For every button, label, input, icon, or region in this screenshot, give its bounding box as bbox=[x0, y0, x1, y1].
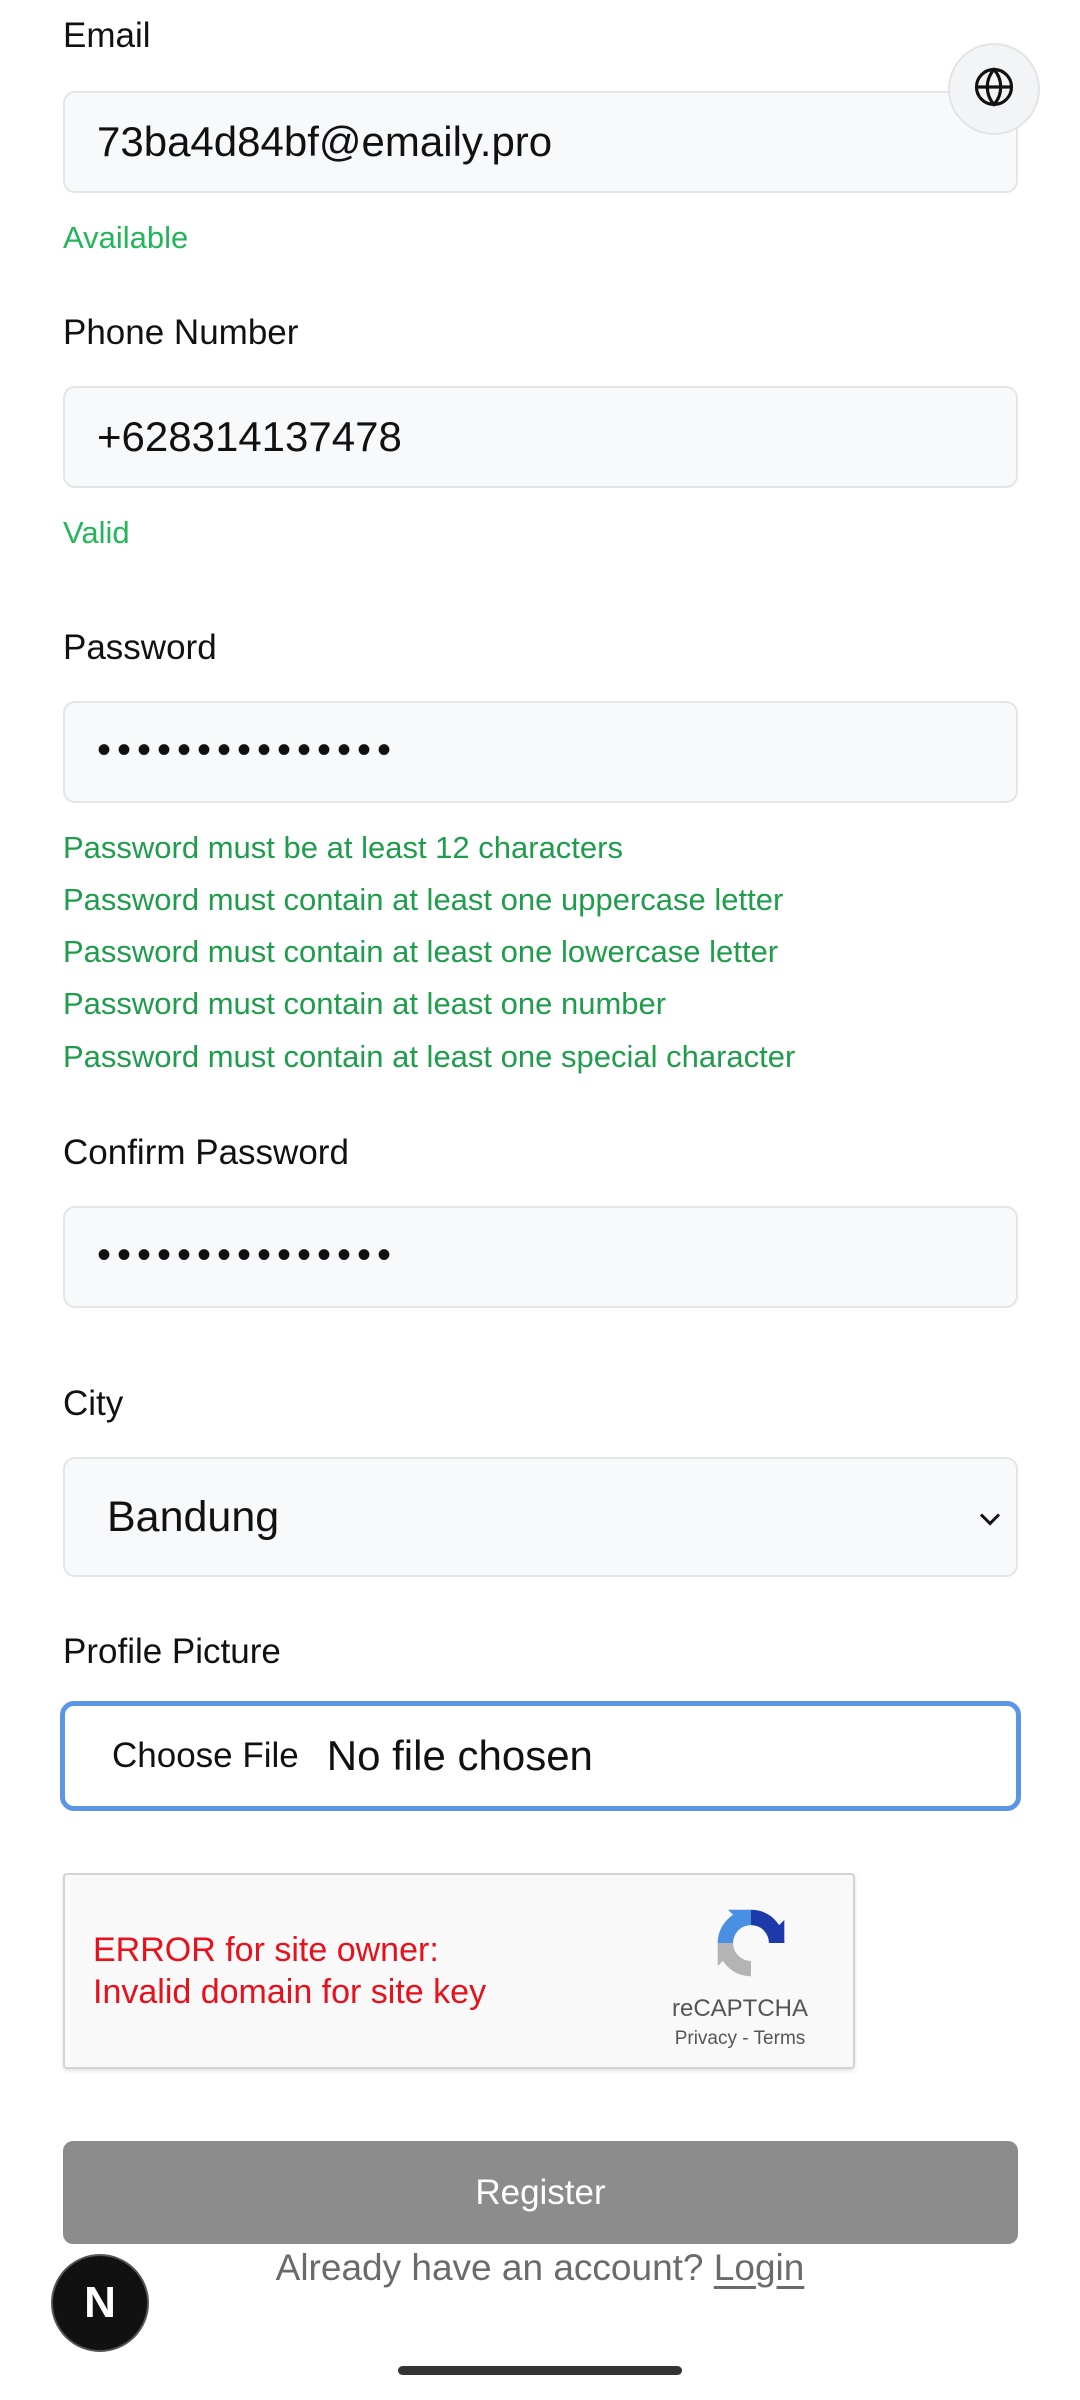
recaptcha-terms-link[interactable]: Terms bbox=[754, 2028, 806, 2049]
password-requirement: Password must contain at least one numbe… bbox=[63, 986, 667, 1021]
register-page: Email 73ba4d84bf@emaily.pro Available Ph… bbox=[0, 0, 1080, 2400]
password-requirement: Password must contain at least one upper… bbox=[63, 882, 784, 917]
email-field[interactable]: 73ba4d84bf@emaily.pro bbox=[63, 91, 1018, 193]
recaptcha-error-line-1: ERROR for site owner: bbox=[93, 1931, 439, 1969]
home-indicator[interactable] bbox=[398, 2366, 682, 2375]
badge-letter: N bbox=[84, 2278, 116, 2327]
email-status: Available bbox=[63, 220, 189, 255]
password-requirement: Password must be at least 12 characters bbox=[63, 830, 623, 865]
password-value: ••••••••••••••• bbox=[97, 727, 398, 772]
city-selected-value: Bandung bbox=[107, 1492, 280, 1541]
language-button[interactable] bbox=[948, 43, 1040, 135]
recaptcha-links: Privacy - Terms bbox=[660, 2028, 820, 2050]
file-status: No file chosen bbox=[326, 1732, 593, 1779]
recaptcha-logo-icon bbox=[710, 1902, 792, 1989]
recaptcha-widget[interactable]: ERROR for site owner: Invalid domain for… bbox=[63, 1873, 855, 2069]
city-label: City bbox=[63, 1384, 124, 1423]
nextjs-badge-icon[interactable]: N bbox=[51, 2254, 149, 2352]
email-value: 73ba4d84bf@emaily.pro bbox=[97, 118, 553, 165]
profile-picture-input[interactable]: Choose File No file chosen bbox=[60, 1701, 1021, 1811]
city-select[interactable]: Bandung bbox=[63, 1457, 1018, 1577]
phone-field[interactable]: +628314137478 bbox=[63, 386, 1018, 488]
password-field[interactable]: ••••••••••••••• bbox=[63, 701, 1018, 803]
phone-status: Valid bbox=[63, 515, 130, 550]
confirm-password-label: Confirm Password bbox=[63, 1133, 349, 1172]
profile-picture-label: Profile Picture bbox=[63, 1632, 281, 1671]
globe-icon bbox=[973, 66, 1015, 113]
confirm-password-value: ••••••••••••••• bbox=[97, 1232, 398, 1277]
phone-label: Phone Number bbox=[63, 313, 299, 352]
recaptcha-error-line-2: Invalid domain for site key bbox=[93, 1973, 487, 2011]
recaptcha-error: ERROR for site owner: Invalid domain for… bbox=[93, 1929, 486, 2013]
login-prompt: Already have an account? Login bbox=[0, 2247, 1080, 2289]
chevron-down-icon bbox=[972, 1499, 1008, 1548]
phone-value: +628314137478 bbox=[97, 413, 402, 460]
choose-file-button[interactable]: Choose File bbox=[112, 1736, 299, 1776]
recaptcha-separator: - bbox=[742, 2028, 749, 2049]
recaptcha-brand: reCAPTCHA bbox=[671, 1995, 809, 2022]
email-label: Email bbox=[63, 16, 151, 55]
recaptcha-privacy-link[interactable]: Privacy bbox=[675, 2028, 737, 2049]
password-requirement: Password must contain at least one speci… bbox=[63, 1039, 796, 1074]
login-link[interactable]: Login bbox=[714, 2247, 805, 2288]
password-requirement: Password must contain at least one lower… bbox=[63, 934, 779, 969]
register-button[interactable]: Register bbox=[63, 2141, 1018, 2244]
login-prompt-text: Already have an account? bbox=[275, 2247, 704, 2288]
password-label: Password bbox=[63, 628, 217, 667]
confirm-password-field[interactable]: ••••••••••••••• bbox=[63, 1206, 1018, 1308]
